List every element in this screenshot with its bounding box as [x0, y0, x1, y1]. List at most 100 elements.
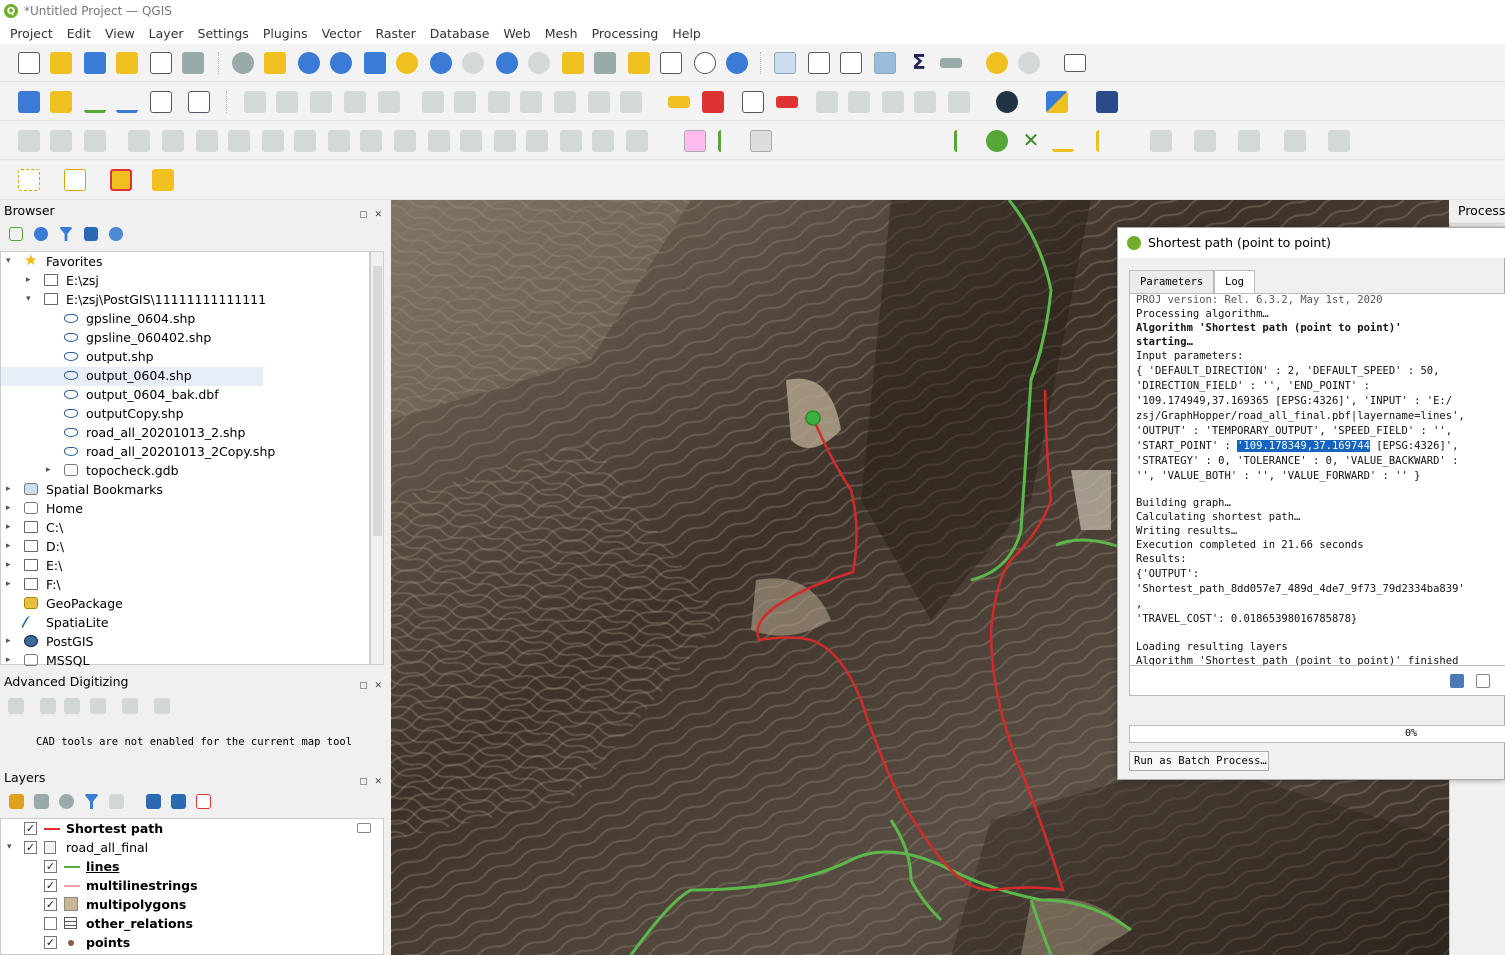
- layer-visibility-checkbox[interactable]: ✓: [44, 860, 57, 873]
- temporal-controller-icon[interactable]: [694, 52, 716, 74]
- chevron-right-icon[interactable]: ▸: [6, 651, 11, 670]
- tab-log[interactable]: Log: [1214, 270, 1255, 294]
- chevron-down-icon[interactable]: ▾: [7, 838, 12, 857]
- layer-item[interactable]: ✓ points: [0, 933, 380, 952]
- help-icon[interactable]: [1096, 91, 1118, 113]
- cad-settings-icon[interactable]: [122, 698, 138, 714]
- identify-features-icon[interactable]: [774, 52, 796, 74]
- browser-item[interactable]: ▸ Home: [0, 499, 368, 518]
- split-features-icon[interactable]: [428, 130, 450, 152]
- paste-features-icon[interactable]: [554, 91, 576, 113]
- shape-tools-icon[interactable]: [1150, 130, 1172, 152]
- data-source-manager-icon[interactable]: [18, 91, 40, 113]
- text-annotation-icon[interactable]: [1064, 54, 1086, 72]
- layer-item[interactable]: ✓ lines: [0, 857, 380, 876]
- menu-layer[interactable]: Layer: [142, 26, 191, 41]
- add-ring-icon[interactable]: [84, 130, 106, 152]
- select-vertex-icon[interactable]: [18, 130, 40, 152]
- cad-help-icon[interactable]: [154, 698, 170, 714]
- cut-features-icon[interactable]: [488, 91, 510, 113]
- log-output[interactable]: PROJ version: Rel. 6.3.2, May 1st, 2020 …: [1129, 293, 1505, 666]
- trim-extend-icon[interactable]: [360, 130, 382, 152]
- expand-all-icon[interactable]: [146, 794, 161, 809]
- add-wms-layer-icon[interactable]: [150, 91, 172, 113]
- chevron-down-icon[interactable]: ▾: [6, 252, 11, 271]
- layer-item[interactable]: ✓ multipolygons: [0, 895, 380, 914]
- browser-item[interactable]: ▾ E:\zsj\PostGIS\11111111111111: [0, 290, 368, 309]
- layer-visibility-checkbox[interactable]: ✓: [44, 898, 57, 911]
- layer-item[interactable]: ✓ multilinestrings: [0, 876, 380, 895]
- browser-item[interactable]: SpatiaLite: [0, 613, 368, 632]
- select-by-value-icon[interactable]: [64, 169, 86, 191]
- select-by-location-icon[interactable]: [152, 169, 174, 191]
- change-label-icon[interactable]: [914, 91, 936, 113]
- browser-item[interactable]: ▾ ★ Favorites: [0, 251, 368, 271]
- browser-item[interactable]: ▸ MSSQL: [0, 651, 368, 670]
- layout-manager-icon[interactable]: [150, 52, 172, 74]
- browser-item[interactable]: output_0604_bak.dbf: [0, 385, 368, 404]
- browser-item[interactable]: ▸ E:\zsj: [0, 271, 368, 290]
- filter-expression-icon[interactable]: [109, 794, 124, 809]
- browser-item[interactable]: road_all_20201013_2.shp: [0, 423, 368, 442]
- menu-processing[interactable]: Processing: [585, 26, 666, 41]
- zoom-out-icon[interactable]: [330, 52, 352, 74]
- chevron-right-icon[interactable]: ▸: [6, 480, 11, 499]
- chevron-right-icon[interactable]: ▸: [46, 461, 51, 480]
- copy-features-icon[interactable]: [520, 91, 542, 113]
- new-map-view-icon[interactable]: [562, 52, 584, 74]
- tab-parameters[interactable]: Parameters: [1129, 270, 1215, 294]
- style-layer-icon[interactable]: [9, 794, 24, 809]
- snap-intersection-icon[interactable]: [986, 130, 1008, 152]
- refresh-icon[interactable]: [726, 52, 748, 74]
- snap-self-icon[interactable]: [1052, 130, 1074, 152]
- pan-to-selection-icon[interactable]: [264, 52, 286, 74]
- add-part-icon[interactable]: [128, 130, 150, 152]
- browser-item[interactable]: ▸ F:\: [0, 575, 368, 594]
- decorations-icon[interactable]: [1018, 52, 1040, 74]
- add-layer-icon[interactable]: [9, 227, 23, 241]
- layer-item[interactable]: other_relations: [0, 914, 380, 933]
- chevron-right-icon[interactable]: ▸: [6, 556, 11, 575]
- new-print-layout-icon[interactable]: [116, 52, 138, 74]
- add-spatialite-icon[interactable]: [116, 91, 138, 113]
- new-project-icon[interactable]: [18, 52, 40, 74]
- browser-item[interactable]: ▸ topocheck.gdb: [0, 461, 368, 480]
- perpendicular-icon[interactable]: [90, 698, 106, 714]
- menu-vector[interactable]: Vector: [315, 26, 369, 41]
- save-project-icon[interactable]: [84, 52, 106, 74]
- browser-item[interactable]: gpsline_0604.shp: [0, 309, 368, 328]
- network-plugin-icon[interactable]: [996, 91, 1018, 113]
- open-attribute-table-icon[interactable]: [808, 52, 830, 74]
- menu-edit[interactable]: Edit: [60, 26, 98, 41]
- snap-to-layers-icon[interactable]: [718, 130, 740, 152]
- toggle-editing-icon[interactable]: [276, 91, 298, 113]
- menu-raster[interactable]: Raster: [368, 26, 422, 41]
- measure-line-icon[interactable]: [940, 58, 962, 68]
- browser-item[interactable]: ▸ Spatial Bookmarks: [0, 480, 368, 499]
- reverse-line-icon[interactable]: [328, 130, 350, 152]
- ellipse-tools-icon[interactable]: [1238, 130, 1260, 152]
- select-features-icon[interactable]: [18, 169, 40, 191]
- browser-item[interactable]: output.shp: [0, 347, 368, 366]
- chevron-right-icon[interactable]: ▸: [6, 632, 11, 651]
- tracing-icon[interactable]: [1096, 130, 1118, 152]
- chevron-right-icon[interactable]: ▸: [6, 499, 11, 518]
- modify-attributes-icon[interactable]: [422, 91, 444, 113]
- refresh-icon[interactable]: [34, 227, 48, 241]
- chevron-right-icon[interactable]: ▸: [6, 575, 11, 594]
- simplify-icon[interactable]: [394, 130, 416, 152]
- new-3d-map-view-icon[interactable]: [594, 52, 616, 74]
- collapse-all-icon[interactable]: [84, 227, 98, 241]
- save-log-icon[interactable]: [1450, 674, 1464, 688]
- map-tips-icon[interactable]: [986, 52, 1008, 74]
- redo-icon[interactable]: [620, 91, 642, 113]
- parallel-icon[interactable]: [64, 698, 80, 714]
- menu-help[interactable]: Help: [665, 26, 708, 41]
- selected-text[interactable]: '109.178349,37.169744: [1237, 440, 1370, 452]
- browser-item[interactable]: ▸ C:\: [0, 518, 368, 537]
- zoom-to-selection-icon[interactable]: [396, 52, 418, 74]
- edits-icon[interactable]: [244, 91, 266, 113]
- add-vector-layer-icon[interactable]: [84, 91, 106, 113]
- chevron-right-icon[interactable]: ▸: [26, 271, 31, 290]
- show-bookmarks-icon[interactable]: [660, 52, 682, 74]
